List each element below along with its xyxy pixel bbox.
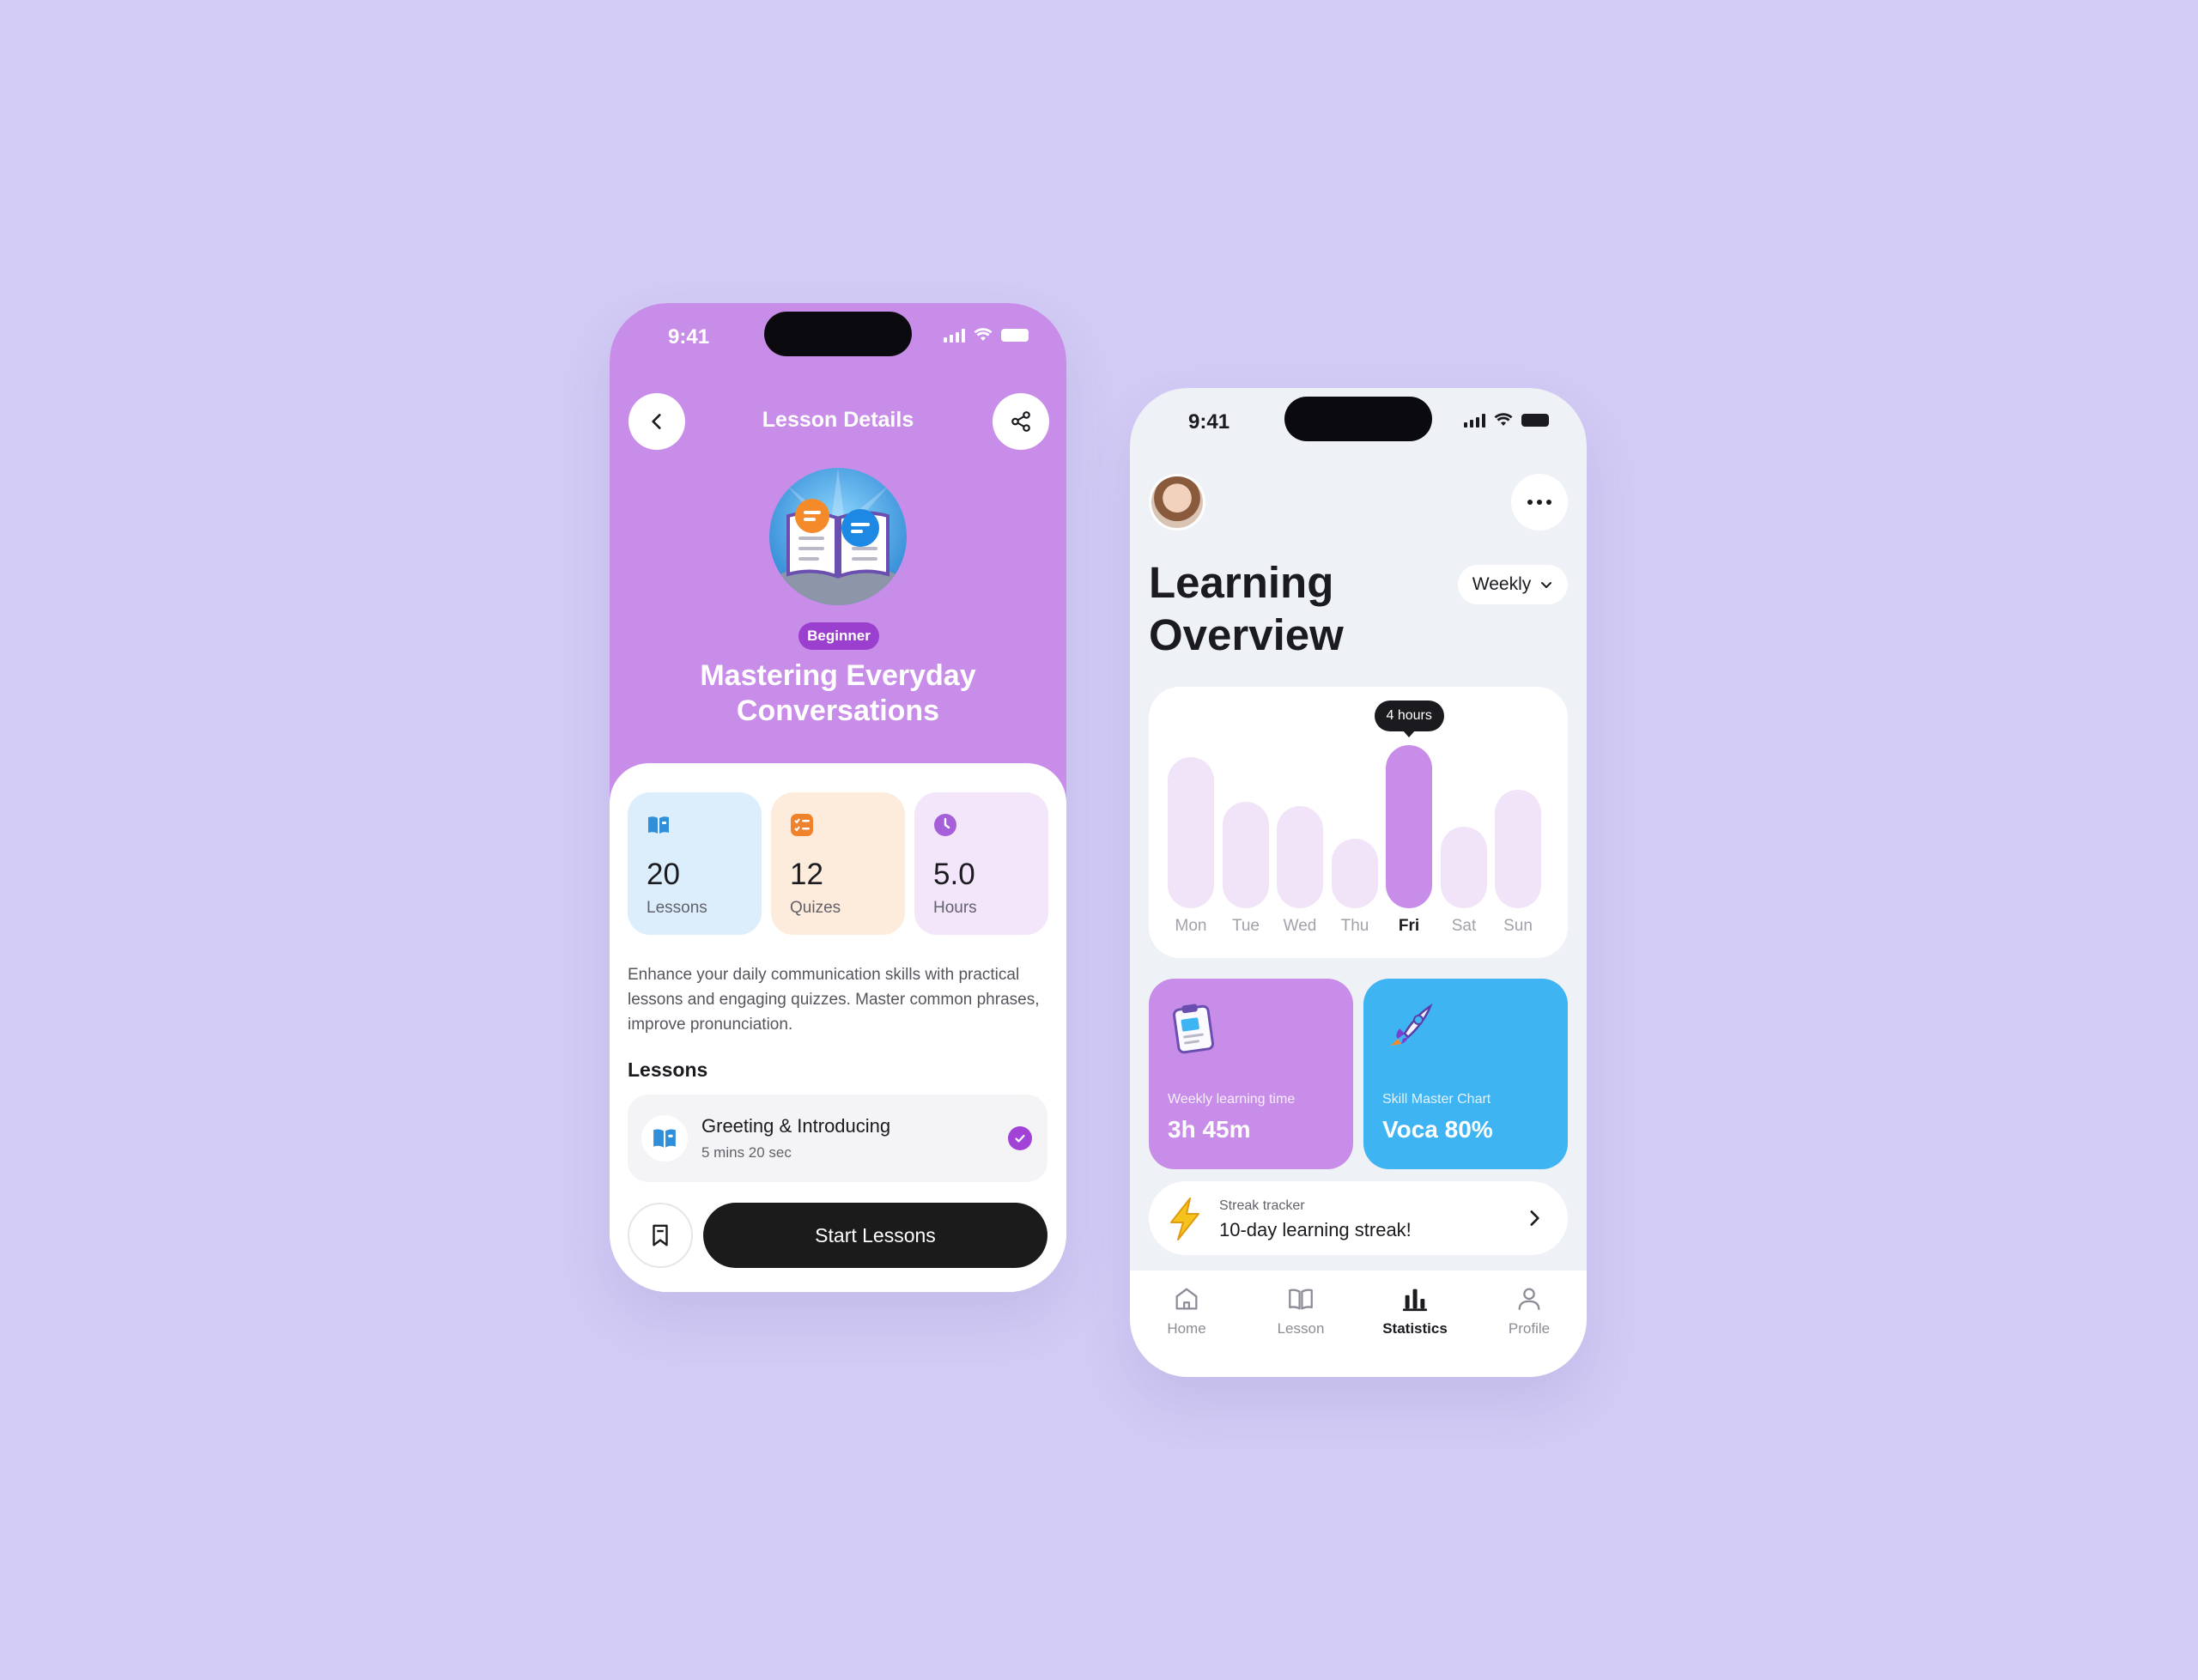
wifi-icon (1494, 413, 1513, 426)
bottom-tab-bar: Home Lesson Statistics Profile (1130, 1271, 1587, 1377)
day-label-thu: Thu (1340, 917, 1369, 935)
lesson-panel: 20 Lessons 12 Quizes 5.0 Hours Enhance y… (610, 763, 1066, 1292)
lesson-details-phone: 9:41 Lesson Details Beginner Mastering E… (610, 303, 1066, 1292)
day-label-sat: Sat (1451, 917, 1477, 935)
dynamic-island (1284, 397, 1432, 441)
signal-icon (1464, 412, 1485, 428)
course-title: Mastering Everyday Conversations (700, 659, 976, 727)
learning-overview-phone: 9:41 Learning Overview Weekly Mon Tue Wed T… (1130, 388, 1587, 1377)
lesson-item[interactable]: Greeting & Introducing 5 mins 20 sec (628, 1095, 1047, 1182)
lessons-heading: Lessons (628, 1058, 708, 1081)
share-button[interactable] (993, 393, 1049, 450)
chart-bar-fri[interactable] (1386, 745, 1432, 908)
chart-bar-sat[interactable] (1441, 827, 1487, 908)
wifi-icon (974, 328, 993, 341)
tab-statistics[interactable]: Statistics (1358, 1284, 1472, 1337)
skill-master-caption: Skill Master Chart (1382, 1092, 1491, 1107)
user-icon (1518, 1288, 1540, 1310)
weekly-time-value: 3h 45m (1168, 1116, 1251, 1143)
tab-profile[interactable]: Profile (1472, 1284, 1586, 1337)
stat-label: Hours (933, 899, 977, 917)
lesson-hero: 9:41 Lesson Details Beginner Mastering E… (610, 303, 1066, 835)
tab-label: Home (1167, 1320, 1206, 1337)
book-icon (653, 1129, 676, 1148)
completed-check-icon (1008, 1126, 1032, 1150)
tab-label: Profile (1508, 1320, 1551, 1337)
streak-tracker-card[interactable]: Streak tracker 10-day learning streak! (1149, 1181, 1568, 1255)
tab-label: Statistics (1382, 1320, 1448, 1337)
day-label-fri: Fri (1398, 917, 1420, 935)
bookmark-button[interactable] (628, 1203, 693, 1268)
battery-icon (1521, 413, 1549, 427)
day-label-sun: Sun (1503, 917, 1533, 935)
course-description: Enhance your daily communication skills … (628, 966, 1040, 1034)
stat-card-quizes: 12 Quizes (771, 792, 905, 935)
day-label-mon: Mon (1175, 917, 1207, 935)
weekly-bar-chart: Mon Tue Wed Thu Fri 4 hours Sat Sun (1149, 687, 1568, 958)
day-label-wed: Wed (1283, 917, 1317, 935)
tab-home[interactable]: Home (1130, 1284, 1243, 1337)
open-book-illustration (769, 468, 907, 605)
status-bar: 9:41 (610, 303, 1066, 380)
stat-label: Lessons (647, 899, 707, 917)
chevron-right-icon (1530, 1210, 1539, 1226)
battery-icon (1001, 328, 1029, 342)
tab-label: Lesson (1277, 1320, 1325, 1337)
chart-bar-thu[interactable] (1332, 839, 1378, 908)
bar-tooltip: 4 hours (1374, 701, 1444, 737)
skill-master-card[interactable]: Skill Master Chart Voca 80% (1363, 979, 1568, 1169)
checklist-icon (791, 814, 813, 836)
page-title: Learning Overview (1149, 558, 1344, 659)
book-icon (1289, 1289, 1313, 1310)
streak-value: 10-day learning streak! (1219, 1219, 1412, 1240)
period-value: Weekly (1472, 574, 1532, 594)
day-label-tue: Tue (1231, 917, 1260, 935)
dynamic-island (764, 312, 912, 356)
skill-master-value: Voca 80% (1382, 1116, 1493, 1143)
avatar[interactable] (1149, 474, 1205, 531)
clipboard-icon (1172, 1004, 1215, 1054)
level-badge: Beginner (798, 622, 879, 650)
share-icon (1011, 411, 1030, 432)
streak-caption: Streak tracker (1219, 1198, 1305, 1213)
chevron-down-icon (1541, 582, 1552, 588)
chart-bar-sun[interactable] (1495, 790, 1541, 908)
status-time: 9:41 (668, 325, 710, 349)
rocket-icon (1391, 1003, 1433, 1046)
lightning-icon (1170, 1198, 1199, 1240)
clock-icon (934, 814, 956, 836)
chart-bar-wed[interactable] (1277, 806, 1323, 908)
stat-value: 20 (647, 858, 680, 891)
start-lessons-button[interactable]: Start Lessons (703, 1203, 1047, 1268)
stat-label: Quizes (790, 899, 841, 917)
lesson-item-icon (641, 1115, 688, 1161)
signal-icon (944, 327, 965, 343)
book-icon (648, 816, 669, 834)
period-dropdown[interactable]: Weekly (1458, 565, 1568, 604)
more-options-button[interactable] (1511, 474, 1568, 531)
stat-card-hours: 5.0 Hours (914, 792, 1048, 935)
lesson-duration: 5 mins 20 sec (701, 1144, 792, 1161)
chart-bar-tue[interactable] (1223, 802, 1269, 908)
chart-bar-mon[interactable] (1168, 757, 1214, 908)
home-icon (1175, 1288, 1198, 1310)
lesson-title: Greeting & Introducing (701, 1115, 891, 1137)
status-time: 9:41 (1188, 410, 1230, 434)
bookmark-icon (653, 1224, 668, 1246)
weekly-time-card[interactable]: Weekly learning time 3h 45m (1149, 979, 1353, 1169)
bar-chart-icon (1402, 1289, 1428, 1312)
tab-lesson[interactable]: Lesson (1244, 1284, 1357, 1337)
stat-card-lessons: 20 Lessons (628, 792, 762, 935)
stat-value: 5.0 (933, 858, 975, 891)
more-dots-icon (1527, 500, 1533, 505)
status-bar: 9:41 (1130, 388, 1587, 465)
stat-value: 12 (790, 858, 823, 891)
weekly-time-caption: Weekly learning time (1168, 1092, 1296, 1107)
